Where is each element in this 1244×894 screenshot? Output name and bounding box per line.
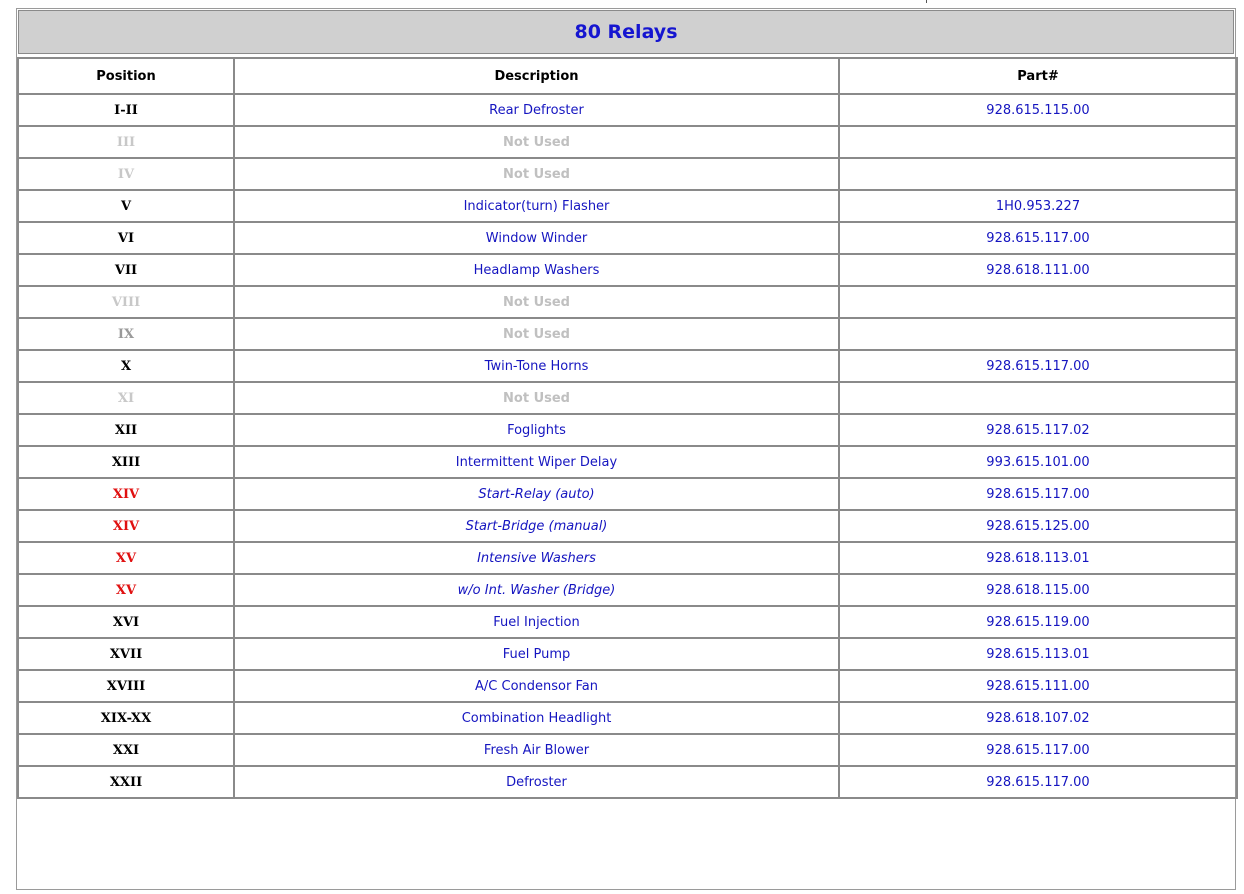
position-cell: VI: [17, 221, 235, 255]
description-cell: w/o Int. Washer (Bridge): [233, 573, 840, 607]
description-cell: Combination Headlight: [233, 701, 840, 735]
description-cell: Intermittent Wiper Delay: [233, 445, 840, 479]
part-number-cell: 928.618.113.01: [838, 541, 1238, 575]
position-cell: IX: [17, 317, 235, 351]
position-cell: XVIII: [17, 669, 235, 703]
relays-table: Position Description Part# I-II Rear Defr…: [17, 57, 1238, 799]
position-cell: III: [17, 125, 235, 159]
table-row: XVII Fuel Pump 928.615.113.01: [17, 637, 1238, 671]
table-row: XIV Start-Relay (auto) 928.615.117.00: [17, 477, 1238, 511]
position-cell: XV: [17, 573, 235, 607]
table-row: XIX-XX Combination Headlight 928.618.107.0…: [17, 701, 1238, 735]
description-cell: Not Used: [233, 381, 840, 415]
part-number-cell: 928.615.117.00: [838, 765, 1238, 799]
header-row: Position Description Part#: [17, 57, 1238, 95]
table-row: VIII Not Used: [17, 285, 1238, 319]
table-row: I-II Rear Defroster 928.615.115.00: [17, 93, 1238, 127]
part-number-cell: 993.615.101.00: [838, 445, 1238, 479]
table-row: III Not Used: [17, 125, 1238, 159]
part-number-cell: [838, 157, 1238, 191]
position-cell: VIII: [17, 285, 235, 319]
description-cell: Fuel Pump: [233, 637, 840, 671]
table-row: XIII Intermittent Wiper Delay 993.615.101.…: [17, 445, 1238, 479]
table-row: IV Not Used: [17, 157, 1238, 191]
part-number-cell: 928.618.111.00: [838, 253, 1238, 287]
part-number-cell: [838, 125, 1238, 159]
position-cell: IV: [17, 157, 235, 191]
description-cell: Start-Bridge (manual): [233, 509, 840, 543]
part-number-cell: 928.615.119.00: [838, 605, 1238, 639]
part-number-cell: 928.615.117.00: [838, 221, 1238, 255]
position-cell: XIV: [17, 477, 235, 511]
part-number-cell: 928.615.125.00: [838, 509, 1238, 543]
position-cell: V: [17, 189, 235, 223]
part-number-cell: 928.615.111.00: [838, 669, 1238, 703]
description-cell: Defroster: [233, 765, 840, 799]
position-cell: X: [17, 349, 235, 383]
page-title: 80 Relays: [18, 10, 1234, 54]
part-number-cell: [838, 317, 1238, 351]
table-row: XVIII A/C Condensor Fan 928.615.111.00: [17, 669, 1238, 703]
part-number-cell: 928.615.113.01: [838, 637, 1238, 671]
description-cell: Fresh Air Blower: [233, 733, 840, 767]
table-row: VI Window Winder 928.615.117.00: [17, 221, 1238, 255]
description-cell: A/C Condensor Fan: [233, 669, 840, 703]
table-row: XIV Start-Bridge (manual) 928.615.125.00: [17, 509, 1238, 543]
table-row: X Twin-Tone Horns 928.615.117.00: [17, 349, 1238, 383]
description-cell: Fuel Injection: [233, 605, 840, 639]
part-number-cell: [838, 285, 1238, 319]
position-cell: I-II: [17, 93, 235, 127]
position-cell: XIII: [17, 445, 235, 479]
table-row: VII Headlamp Washers 928.618.111.00: [17, 253, 1238, 287]
table-row: IX Not Used: [17, 317, 1238, 351]
column-header-part: Part#: [838, 57, 1238, 95]
description-cell: Twin-Tone Horns: [233, 349, 840, 383]
table-row: XV w/o Int. Washer (Bridge) 928.618.115.00: [17, 573, 1238, 607]
description-cell: Start-Relay (auto): [233, 477, 840, 511]
table-row: V Indicator(turn) Flasher 1H0.953.227: [17, 189, 1238, 223]
column-header-position: Position: [17, 57, 235, 95]
table-row: XI Not Used: [17, 381, 1238, 415]
position-cell: XXII: [17, 765, 235, 799]
description-cell: Not Used: [233, 317, 840, 351]
column-header-description: Description: [233, 57, 840, 95]
position-cell: XI: [17, 381, 235, 415]
table-row: XXII Defroster 928.615.117.00: [17, 765, 1238, 799]
position-cell: XVI: [17, 605, 235, 639]
description-cell: Not Used: [233, 125, 840, 159]
part-number-cell: 928.615.117.00: [838, 733, 1238, 767]
position-cell: XIX-XX: [17, 701, 235, 735]
part-number-cell: 928.615.117.00: [838, 477, 1238, 511]
part-number-cell: 928.618.115.00: [838, 573, 1238, 607]
part-number-cell: 928.615.117.02: [838, 413, 1238, 447]
position-cell: VII: [17, 253, 235, 287]
description-cell: Headlamp Washers: [233, 253, 840, 287]
part-number-cell: 1H0.953.227: [838, 189, 1238, 223]
table-row: XVI Fuel Injection 928.615.119.00: [17, 605, 1238, 639]
part-number-cell: 928.618.107.02: [838, 701, 1238, 735]
part-number-cell: 928.615.117.00: [838, 349, 1238, 383]
description-cell: Not Used: [233, 285, 840, 319]
description-cell: Indicator(turn) Flasher: [233, 189, 840, 223]
description-cell: Foglights: [233, 413, 840, 447]
position-cell: XV: [17, 541, 235, 575]
description-cell: Rear Defroster: [233, 93, 840, 127]
description-cell: Intensive Washers: [233, 541, 840, 575]
table-row: XXI Fresh Air Blower 928.615.117.00: [17, 733, 1238, 767]
table-row: XV Intensive Washers 928.618.113.01: [17, 541, 1238, 575]
position-cell: XII: [17, 413, 235, 447]
position-cell: XIV: [17, 509, 235, 543]
part-number-cell: [838, 381, 1238, 415]
description-cell: Window Winder: [233, 221, 840, 255]
top-edge-mark: [926, 0, 927, 3]
position-cell: XVII: [17, 637, 235, 671]
position-cell: XXI: [17, 733, 235, 767]
part-number-cell: 928.615.115.00: [838, 93, 1238, 127]
table-row: XII Foglights 928.615.117.02: [17, 413, 1238, 447]
description-cell: Not Used: [233, 157, 840, 191]
